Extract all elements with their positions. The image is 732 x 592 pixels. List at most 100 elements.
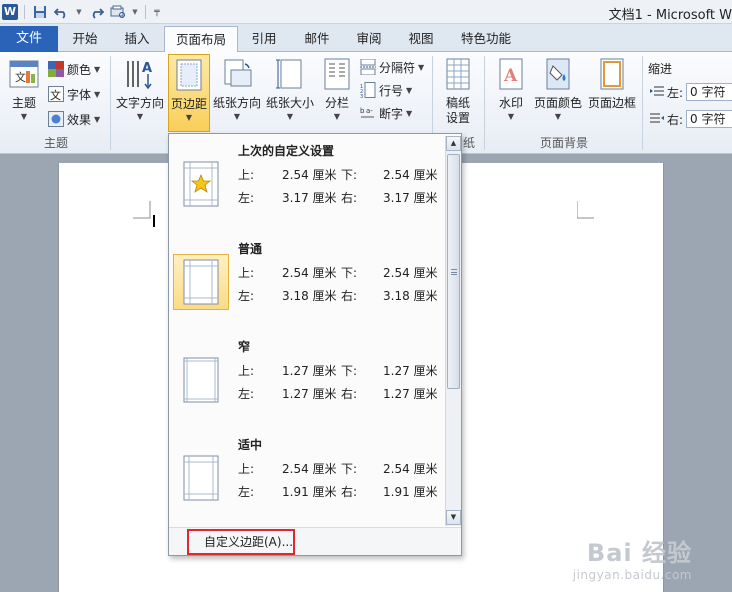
tab-review[interactable]: 审阅 [350, 26, 388, 52]
svg-text:文: 文 [15, 70, 26, 84]
redo-icon[interactable] [87, 3, 105, 21]
svg-text:b: b [360, 107, 365, 115]
quick-access-toolbar: W ▼ ▼ ╤ [2, 2, 162, 22]
watermark-label: 水印 [498, 96, 523, 110]
left-value: 1.27 厘米 [282, 387, 337, 401]
tab-special-features[interactable]: 特色功能 [454, 26, 518, 52]
left-label: 左: [238, 191, 255, 205]
indent-right-label: 右: [667, 112, 684, 127]
customize-qat-icon[interactable]: ▼ [131, 3, 139, 21]
theme-fonts-icon: 文 [48, 86, 64, 102]
scroll-up-icon[interactable]: ▲ [446, 136, 461, 151]
margins-button[interactable]: 页边距 ▼ [168, 54, 210, 132]
text-direction-icon: A [124, 56, 156, 92]
page-borders-button[interactable]: 页面边框 [586, 54, 638, 132]
watermark-button[interactable]: A 水印 ▼ [492, 54, 530, 132]
option-left-right-row: 左: 3.18 厘米 右: 3.18 厘米 [238, 287, 438, 303]
qat-more-icon[interactable]: ╤ [152, 3, 162, 21]
margins-label: 页边距 [170, 97, 207, 111]
margin-option-normal[interactable]: 普通 上: 2.54 厘米 下: 2.54 厘米 左: 3.18 厘米 右: 3… [169, 238, 445, 336]
bottom-value: 1.27 厘米 [383, 364, 438, 378]
indent-right-input[interactable]: 0 字符 [686, 110, 732, 128]
top-label: 上: [238, 364, 255, 378]
chevron-down-icon: ▼ [507, 112, 515, 121]
indent-right-row: 右: 0 字符 [650, 108, 732, 130]
group-separator [484, 56, 485, 150]
qat-separator [145, 5, 146, 19]
page-color-button[interactable]: 页面颜色 ▼ [532, 54, 584, 132]
themes-label: 主题 [11, 96, 36, 110]
right-label: 右: [341, 485, 358, 499]
page-margins-icon [173, 450, 229, 506]
chevron-down-icon: ▼ [418, 62, 425, 72]
save-icon[interactable] [31, 3, 49, 21]
themes-icon: 文 [8, 56, 40, 92]
bottom-label: 下: [341, 168, 358, 182]
indent-left-input[interactable]: 0 字符 [686, 83, 732, 101]
left-label: 左: [238, 485, 255, 499]
tab-page-layout[interactable]: 页面布局 [164, 26, 238, 53]
theme-fonts-button[interactable]: 文 字体 ▼ [48, 83, 100, 105]
margin-option-narrow[interactable]: 窄 上: 1.27 厘米 下: 1.27 厘米 左: 1.27 厘米 右: 1.… [169, 336, 445, 434]
top-label: 上: [238, 168, 255, 182]
tab-mailings[interactable]: 邮件 [298, 26, 336, 52]
manuscript-label-2: 设置 [445, 111, 470, 125]
size-button[interactable]: 纸张大小 ▼ [264, 54, 316, 132]
text-cursor [153, 215, 155, 227]
left-value: 3.17 厘米 [282, 191, 337, 205]
line-numbers-icon: 123 [360, 82, 376, 98]
option-top-bottom-row: 上: 2.54 厘米 下: 2.54 厘米 [238, 460, 438, 476]
print-preview-icon[interactable] [109, 3, 127, 21]
right-label: 右: [341, 191, 358, 205]
custom-margins-button[interactable]: 自定义边距(A)... [187, 529, 295, 555]
dropdown-scrollbar[interactable]: ▲ ▼ [445, 136, 461, 526]
word-logo-icon[interactable]: W [2, 4, 18, 20]
page-background-group-label: 页面背景 [539, 136, 588, 150]
hyphenation-icon: b a- [360, 107, 374, 118]
theme-colors-button[interactable]: 颜色 ▼ [48, 58, 100, 80]
breaks-icon [360, 59, 376, 75]
group-separator [642, 56, 643, 150]
top-value: 2.54 厘米 [282, 462, 337, 476]
columns-button[interactable]: 分栏 ▼ [318, 54, 356, 132]
top-value: 2.54 厘米 [282, 168, 337, 182]
themes-caret-icon: ▼ [20, 112, 28, 121]
tab-file[interactable]: 文件 [0, 26, 58, 52]
top-value: 1.27 厘米 [282, 364, 337, 378]
ribbon-tab-row: 文件 开始 插入 页面布局 引用 邮件 审阅 视图 特色功能 [0, 24, 732, 53]
qat-separator [24, 5, 25, 19]
tab-view[interactable]: 视图 [402, 26, 440, 52]
scroll-thumb[interactable] [447, 154, 460, 389]
group-separator [110, 56, 111, 150]
manuscript-settings-button[interactable]: 稿纸 设置 [438, 54, 478, 132]
theme-effects-button[interactable]: 效果 ▼ [48, 108, 100, 130]
indent-label: 缩进 [648, 62, 673, 76]
text-direction-button[interactable]: A 文字方向 ▼ [114, 54, 166, 132]
indent-left-row: 左: 0 字符 [650, 81, 732, 103]
undo-icon[interactable] [53, 3, 71, 21]
hyphenation-button[interactable]: b a- 断字 ▼ [360, 102, 412, 124]
scroll-down-icon[interactable]: ▼ [446, 510, 461, 525]
line-numbers-button[interactable]: 123 行号 ▼ [360, 79, 412, 101]
top-value: 2.54 厘米 [282, 266, 337, 280]
chevron-down-icon: ▼ [136, 112, 144, 121]
baidu-watermark: Bai 经验 jingyan.baidu.com [573, 533, 692, 582]
margin-corner-top-right-icon [577, 201, 594, 219]
undo-dropdown-icon[interactable]: ▼ [75, 3, 83, 21]
tab-references[interactable]: 引用 [246, 26, 282, 52]
chevron-down-icon: ▼ [94, 89, 101, 99]
bottom-value: 2.54 厘米 [383, 168, 438, 182]
margin-option-last-custom[interactable]: 上次的自定义设置 上: 2.54 厘米 下: 2.54 厘米 左: 3.17 厘… [169, 140, 445, 238]
tab-home[interactable]: 开始 [64, 26, 106, 52]
indent-left-label: 左: [667, 85, 684, 100]
themes-button[interactable]: 文 主题 ▼ [4, 54, 44, 132]
margin-option-moderate[interactable]: 适中 上: 2.54 厘米 下: 2.54 厘米 左: 1.91 厘米 右: 1… [169, 434, 445, 527]
orientation-button[interactable]: 纸张方向 ▼ [212, 54, 262, 132]
breaks-button[interactable]: 分隔符 ▼ [360, 56, 424, 78]
tab-insert[interactable]: 插入 [118, 26, 156, 52]
option-left-right-row: 左: 3.17 厘米 右: 3.17 厘米 [238, 189, 438, 205]
page-margins-icon [173, 254, 229, 310]
option-name: 适中 [238, 438, 263, 452]
watermark-icon: A [495, 56, 527, 92]
option-top-bottom-row: 上: 2.54 厘米 下: 2.54 厘米 [238, 264, 438, 280]
